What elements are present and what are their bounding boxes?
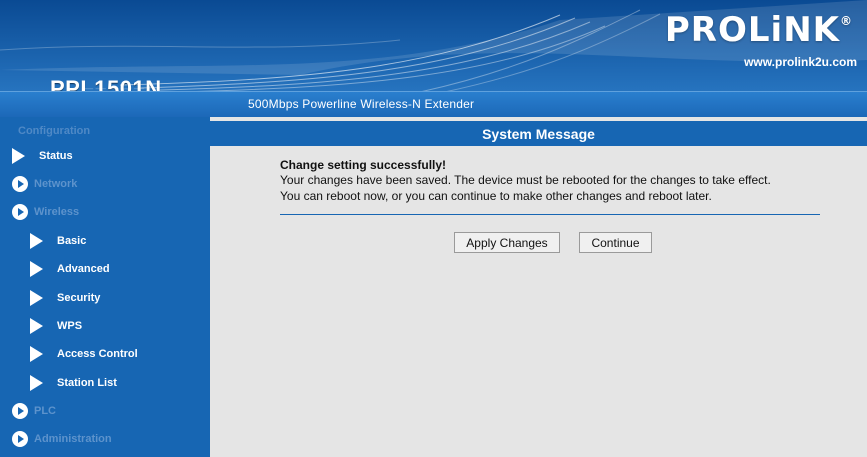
triangle-icon bbox=[30, 233, 43, 249]
message-title: Change setting successfully! bbox=[280, 158, 447, 172]
triangle-icon bbox=[30, 318, 43, 334]
sidebar-item-advanced[interactable]: Advanced bbox=[30, 258, 110, 280]
triangle-icon bbox=[30, 346, 43, 362]
sidebar-item-label: Status bbox=[39, 150, 73, 162]
sidebar-item-administration[interactable]: Administration bbox=[12, 428, 112, 450]
sidebar-item-wps[interactable]: WPS bbox=[30, 315, 82, 337]
brand-logo: PROLiNK® bbox=[664, 10, 853, 50]
sidebar-item-security[interactable]: Security bbox=[30, 287, 100, 309]
continue-button[interactable]: Continue bbox=[579, 232, 652, 253]
sidebar-item-status[interactable]: Status bbox=[12, 145, 73, 167]
divider bbox=[280, 214, 820, 215]
sidebar-item-label: Basic bbox=[57, 235, 87, 247]
page-title: System Message bbox=[210, 121, 867, 146]
apply-changes-button[interactable]: Apply Changes bbox=[454, 232, 560, 253]
sidebar-item-label: Wireless bbox=[34, 206, 80, 218]
triangle-icon bbox=[30, 290, 43, 306]
sidebar-item-label: Advanced bbox=[57, 263, 110, 275]
sidebar-item-basic[interactable]: Basic bbox=[30, 230, 86, 252]
main-content: System Message Change setting successful… bbox=[210, 117, 867, 457]
sidebar-item-network[interactable]: Network bbox=[12, 173, 77, 195]
sidebar-heading: Configuration bbox=[18, 125, 91, 137]
triangle-icon bbox=[30, 261, 43, 277]
sidebar-item-wireless[interactable]: Wireless bbox=[12, 201, 79, 223]
message-line-2: You can reboot now, or you can continue … bbox=[280, 189, 712, 203]
sidebar-item-station-list[interactable]: Station List bbox=[30, 372, 117, 394]
website-url: www.prolink2u.com bbox=[744, 55, 857, 69]
sidebar-item-label: Network bbox=[34, 178, 78, 190]
circle-arrow-icon bbox=[12, 403, 28, 419]
circle-arrow-icon bbox=[12, 204, 28, 220]
sidebar-nav: Configuration Status Network Wireless Ba… bbox=[0, 117, 210, 457]
sidebar-item-label: WPS bbox=[57, 320, 83, 332]
triangle-icon bbox=[30, 375, 43, 391]
sidebar-item-plc[interactable]: PLC bbox=[12, 400, 56, 422]
sidebar-item-access-control[interactable]: Access Control bbox=[30, 343, 138, 365]
sidebar-item-label: Security bbox=[57, 292, 101, 304]
message-line-1: Your changes have been saved. The device… bbox=[280, 173, 771, 187]
circle-arrow-icon bbox=[12, 176, 28, 192]
sidebar-item-label: Administration bbox=[34, 433, 112, 445]
circle-arrow-icon bbox=[12, 431, 28, 447]
product-tagline: 500Mbps Powerline Wireless-N Extender bbox=[248, 97, 475, 111]
sidebar-item-label: Station List bbox=[57, 377, 117, 389]
sidebar-item-label: Access Control bbox=[57, 348, 138, 360]
sidebar-item-label: PLC bbox=[34, 405, 56, 417]
triangle-icon bbox=[12, 148, 25, 164]
